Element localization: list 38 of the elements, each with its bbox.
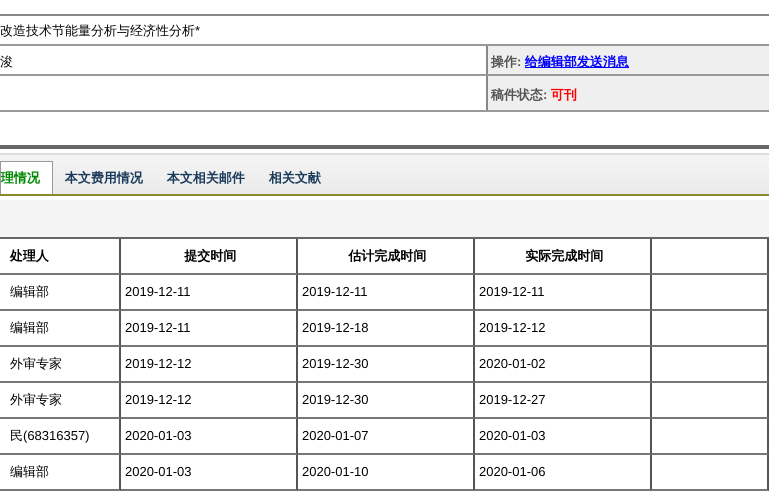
table-cell: 外审专家	[0, 383, 121, 419]
table-cell: 2019-12-12	[475, 311, 652, 347]
table-cell: 2019-12-18	[298, 311, 475, 347]
table-cell: 编辑部	[0, 311, 121, 347]
tab[interactable]: 相关文献	[257, 161, 333, 194]
send-message-link[interactable]: 给编辑部发送消息	[524, 54, 629, 69]
table-cell: 2019-12-11	[121, 311, 298, 347]
table-cell: 外审专家	[0, 347, 121, 383]
table-cell: 2019-12-12	[121, 383, 298, 419]
table-cell: 2019-12-11	[121, 275, 298, 311]
author-name: 浚	[0, 54, 13, 69]
status-value: 可刊	[550, 87, 577, 102]
table-cell: 2019-12-11	[298, 275, 475, 311]
table-cell: 2020-01-07	[298, 419, 475, 455]
table-cell: 2019-12-30	[298, 383, 475, 419]
column-header: 估计完成时间	[298, 239, 475, 275]
tab[interactable]: 本文费用情况	[53, 161, 155, 194]
tab[interactable]: 本文相关邮件	[155, 161, 257, 194]
column-header: 实际完成时间	[475, 239, 652, 275]
table-cell: 2020-01-03	[121, 419, 298, 455]
table-cell: 编辑部	[0, 455, 121, 491]
table-cell: 2020-01-03	[475, 419, 652, 455]
table-cell: 2020-01-03	[121, 455, 298, 491]
column-header: 处理人	[0, 239, 121, 275]
table-cell: 2020-01-02	[475, 347, 652, 383]
operation-label: 操作:	[491, 54, 522, 69]
table-cell: 2020-01-10	[298, 455, 475, 491]
table-cell: 2019-12-27	[475, 383, 652, 419]
status-label: 稿件状态:	[491, 87, 548, 102]
table-cell: 编辑部	[0, 275, 121, 311]
table-cell: 民(68316357)	[0, 419, 121, 455]
table-cell: 2020-01-06	[475, 455, 652, 491]
table-cell: 2019-12-12	[121, 347, 298, 383]
tab[interactable]: 理情况	[0, 161, 53, 194]
column-header: 提交时间	[121, 239, 298, 275]
article-title: 改造技术节能量分析与经济性分析*	[0, 22, 200, 39]
table-cell: 2019-12-30	[298, 347, 475, 383]
table-cell: 2019-12-11	[475, 275, 652, 311]
